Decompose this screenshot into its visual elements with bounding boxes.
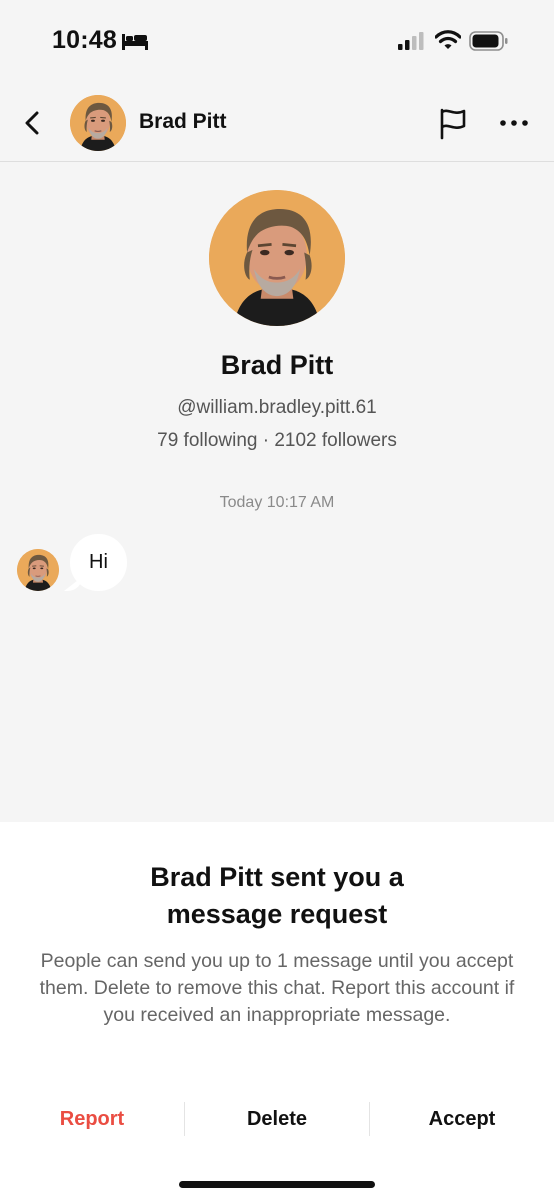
more-icon[interactable] (496, 106, 534, 140)
wifi-icon (435, 30, 461, 49)
request-description: People can send you up to 1 message unti… (39, 950, 515, 1026)
header-avatar[interactable] (70, 95, 126, 151)
request-actions: Report Delete Accept (0, 1102, 554, 1136)
header-name[interactable]: Brad Pitt (139, 110, 227, 134)
back-arrow-icon[interactable] (16, 106, 50, 140)
message-avatar[interactable] (17, 549, 59, 591)
profile-avatar[interactable] (209, 190, 345, 326)
message-bubble[interactable]: Hi (70, 534, 127, 591)
status-bar: 10:48 (0, 0, 554, 80)
message-text: Hi (89, 551, 108, 573)
conversation-header: Brad Pitt (0, 80, 554, 162)
signal-icon (398, 32, 424, 50)
flag-icon[interactable] (434, 104, 472, 142)
home-indicator[interactable] (179, 1181, 375, 1188)
battery-icon (469, 31, 508, 51)
request-title: Brad Pitt sent you a message request (150, 862, 404, 929)
profile-handle: @william.bradley.pitt.61 (177, 397, 377, 418)
profile-stats: 79 following · 2102 followers (157, 430, 397, 451)
message-request-panel: Brad Pitt sent you a message request Peo… (0, 822, 554, 1200)
delete-button[interactable]: Delete (185, 1102, 369, 1136)
bed-icon (122, 34, 148, 50)
message-timestamp: Today 10:17 AM (219, 494, 335, 511)
status-time: 10:48 (52, 26, 117, 54)
profile-name: Brad Pitt (220, 350, 334, 380)
accept-button[interactable]: Accept (370, 1102, 554, 1136)
report-button[interactable]: Report (0, 1102, 184, 1136)
